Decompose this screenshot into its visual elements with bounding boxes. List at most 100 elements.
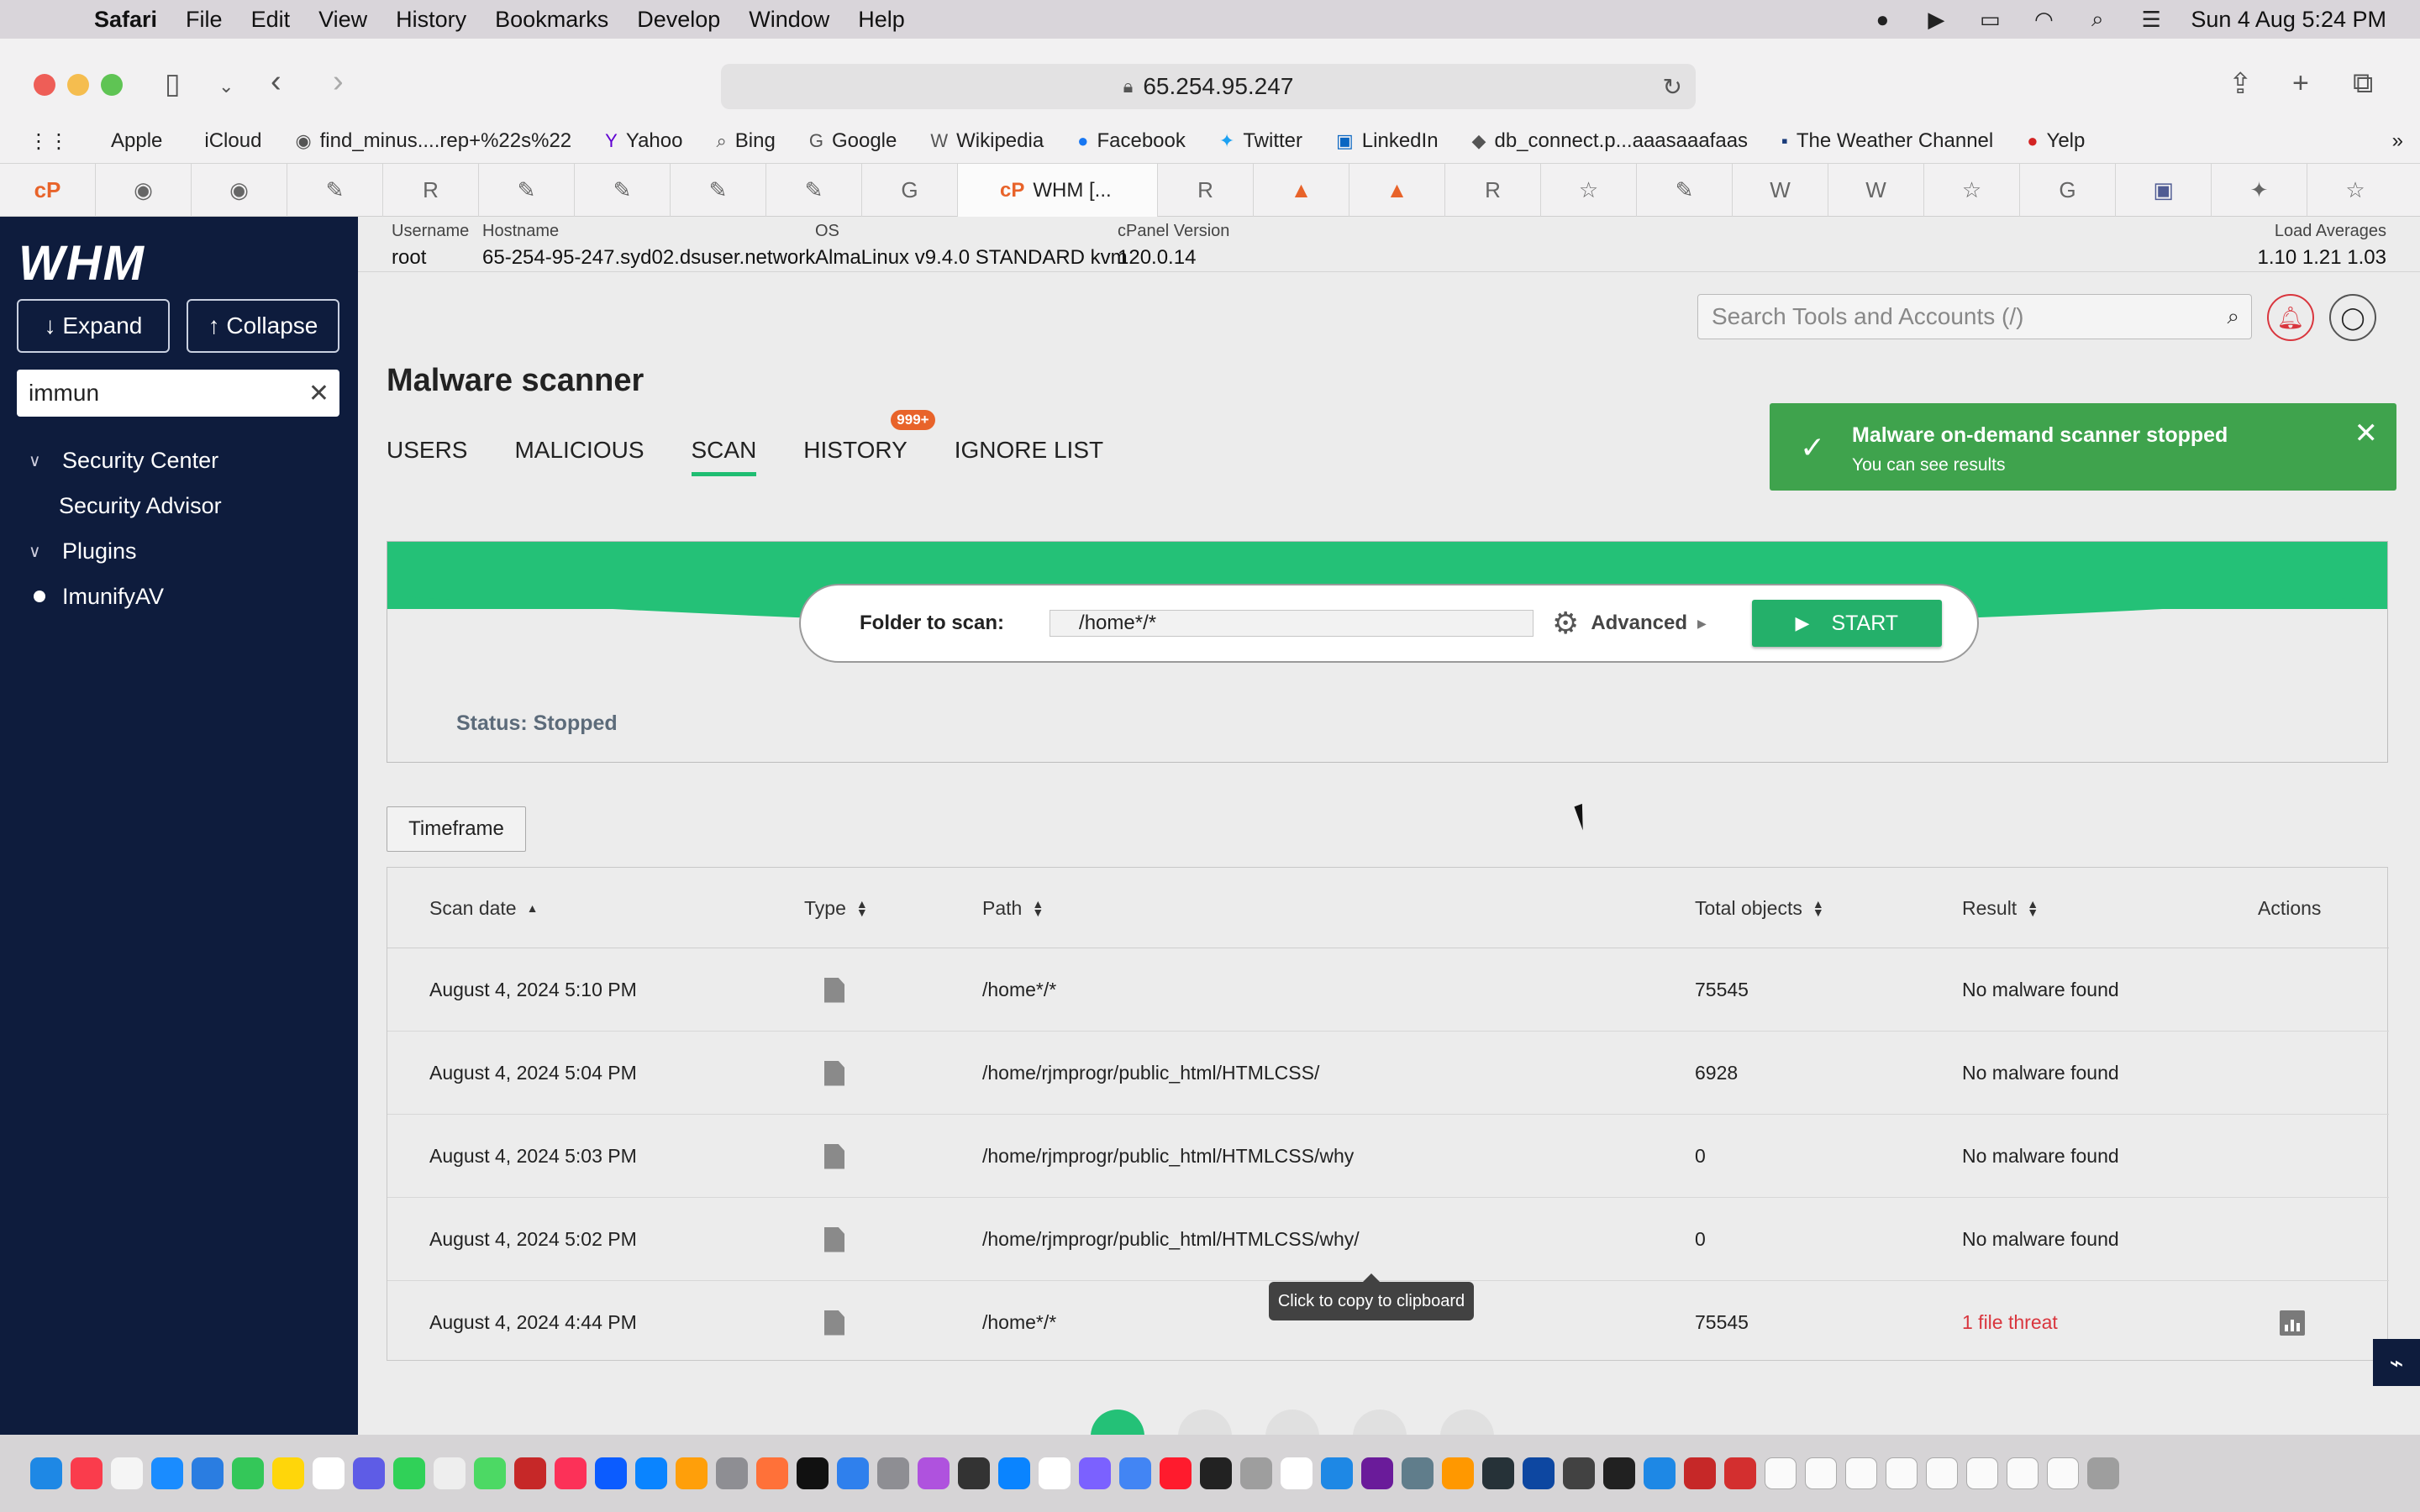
preview-icon[interactable]	[716, 1457, 748, 1489]
xcode-icon[interactable]	[837, 1457, 869, 1489]
play-icon[interactable]: ▶	[1922, 7, 1950, 32]
tab-github[interactable]: ◉	[192, 163, 287, 218]
menu-history[interactable]: History	[396, 7, 466, 33]
filezilla-icon[interactable]	[514, 1457, 546, 1489]
maps-icon[interactable]	[474, 1457, 506, 1489]
tab-wikipedia[interactable]: W	[1733, 163, 1828, 218]
menu-app-name[interactable]: Safari	[94, 7, 157, 33]
menu-window[interactable]: Window	[749, 7, 829, 33]
favorite-link[interactable]: ⌕ Bing	[716, 129, 775, 153]
keynote-icon[interactable]	[998, 1457, 1030, 1489]
tab-google[interactable]: G	[2020, 163, 2116, 218]
facetime-icon[interactable]	[393, 1457, 425, 1489]
document-icon[interactable]	[1281, 1457, 1313, 1489]
reminders-icon[interactable]	[111, 1457, 143, 1489]
github-desktop-icon[interactable]	[1563, 1457, 1595, 1489]
opera-icon[interactable]	[1160, 1457, 1192, 1489]
dictionary-icon[interactable]	[1684, 1457, 1716, 1489]
tab-star[interactable]: ☆	[1541, 163, 1637, 218]
window-thumbnail-icon[interactable]	[1805, 1457, 1837, 1489]
safari-icon[interactable]	[151, 1457, 183, 1489]
menu-view[interactable]: View	[318, 7, 367, 33]
tab-bookmark[interactable]: ✎	[479, 163, 575, 218]
sidebar-item-imunifyav[interactable]: ImunifyAV	[0, 575, 358, 618]
new-tab-icon[interactable]: +	[2292, 67, 2309, 100]
folder-to-scan-input[interactable]: /home*/*	[1050, 610, 1534, 637]
evernote-icon[interactable]: ●	[1868, 7, 1897, 32]
reload-icon[interactable]: ↻	[1663, 73, 1682, 101]
chrome-icon[interactable]	[1119, 1457, 1151, 1489]
favorite-link[interactable]: G Google	[809, 129, 897, 153]
favorite-link[interactable]: Y Yahoo	[605, 129, 682, 153]
cell-path[interactable]: /home/rjmprogr/public_html/HTMLCSS/why/	[982, 1198, 1360, 1281]
col-path[interactable]: Path ▲ ▼	[982, 868, 1044, 948]
terminal-icon[interactable]	[958, 1457, 990, 1489]
music-icon[interactable]	[71, 1457, 103, 1489]
tab-star[interactable]: ☆	[2307, 164, 2403, 218]
tab-r[interactable]: R	[1158, 163, 1254, 218]
cell-path[interactable]: /home/rjmprogr/public_html/HTMLCSS/	[982, 1032, 1319, 1115]
sidebar-item-plugins[interactable]: ∨ Plugins	[0, 529, 358, 573]
apple-tv-icon[interactable]	[797, 1457, 829, 1489]
clear-search-icon[interactable]: ✕	[308, 379, 329, 408]
tab-whm-active[interactable]: cP WHM [...	[958, 163, 1158, 218]
favorite-link[interactable]: iCloud	[196, 129, 261, 153]
notifications-bell-icon[interactable]: 🔔︎	[2267, 294, 2314, 341]
tab-cpanel[interactable]: cP	[0, 163, 96, 218]
window-thumbnail-icon[interactable]	[1966, 1457, 1998, 1489]
start-scan-button[interactable]: ▶ START	[1751, 600, 1942, 647]
tab-php[interactable]: ▣	[2116, 163, 2212, 218]
favorite-link[interactable]: ◉ find_minus....rep+%22s%22	[295, 129, 571, 153]
sidebar-toggle-icon[interactable]: ▯	[165, 67, 181, 101]
menu-file[interactable]: File	[186, 7, 223, 33]
calculator-icon[interactable]	[1240, 1457, 1272, 1489]
battery-icon[interactable]: ▭	[1975, 7, 2004, 32]
search-tools-input[interactable]: Search Tools and Accounts (/) ⌕	[1697, 294, 2252, 339]
trash-icon[interactable]	[2087, 1457, 2119, 1489]
tab-google[interactable]: G	[862, 163, 958, 218]
podcasts-icon[interactable]	[918, 1457, 950, 1489]
app-icon[interactable]	[1402, 1457, 1434, 1489]
window-thumbnail-icon[interactable]	[1926, 1457, 1958, 1489]
app-icon[interactable]	[1523, 1457, 1555, 1489]
chart-widget-icon[interactable]: ⌁	[2373, 1339, 2420, 1386]
window-thumbnail-icon[interactable]	[1886, 1457, 1918, 1489]
close-window-button[interactable]	[34, 74, 55, 96]
tab-bookmark[interactable]: ✎	[766, 163, 862, 218]
user-account-icon[interactable]: ◯	[2329, 294, 2376, 341]
firefox-icon[interactable]	[756, 1457, 788, 1489]
col-result[interactable]: Result ▲ ▼	[1962, 868, 2039, 948]
col-type[interactable]: Type ▲ ▼	[804, 868, 868, 948]
bbedit-icon[interactable]	[1079, 1457, 1111, 1489]
tab-bookmark[interactable]: ✎	[287, 163, 383, 218]
tab-ignore-list[interactable]: IGNORE LIST	[955, 437, 1103, 476]
window-thumbnail-icon[interactable]	[2007, 1457, 2039, 1489]
advanced-toggle[interactable]: ⚙ Advanced ▶	[1552, 606, 1707, 641]
tab-wikipedia[interactable]: W	[1828, 163, 1924, 218]
quicktime-icon[interactable]	[1321, 1457, 1353, 1489]
back-icon[interactable]: ‹	[271, 64, 281, 100]
notes-icon[interactable]	[272, 1457, 304, 1489]
tab-pma[interactable]: ▲	[1349, 163, 1445, 218]
mail-icon[interactable]	[192, 1457, 224, 1489]
cell-path[interactable]: /home*/*	[982, 948, 1056, 1032]
favorite-link[interactable]: Apple	[103, 129, 162, 153]
tab-bookmark[interactable]: ✎	[575, 163, 671, 218]
control-center-icon[interactable]: ☰	[2137, 7, 2165, 32]
tab-users[interactable]: USERS	[387, 437, 467, 476]
window-thumbnail-icon[interactable]	[1765, 1457, 1797, 1489]
expand-button[interactable]: ↓ Expand	[17, 299, 170, 353]
col-scan-date[interactable]: Scan date ▲	[429, 868, 538, 948]
timeframe-button[interactable]: Timeframe	[387, 806, 526, 852]
app-icon[interactable]	[1361, 1457, 1393, 1489]
chevron-down-icon[interactable]: ⌄	[218, 76, 234, 97]
more-favorites-icon[interactable]: »	[2392, 129, 2403, 153]
favorites-grid-icon[interactable]: ⋮⋮	[29, 129, 69, 154]
wifi-icon[interactable]: ◠	[2029, 7, 2058, 32]
share-icon[interactable]: ⇪	[2228, 67, 2253, 101]
forward-icon[interactable]: ›	[333, 64, 344, 100]
app-store-icon[interactable]	[635, 1457, 667, 1489]
cell-path[interactable]: /home/rjmprogr/public_html/HTMLCSS/why	[982, 1115, 1354, 1198]
sidebar-item-security-center[interactable]: ∨ Security Center	[0, 438, 358, 482]
sidebar-item-security-advisor[interactable]: Security Advisor	[0, 484, 358, 528]
